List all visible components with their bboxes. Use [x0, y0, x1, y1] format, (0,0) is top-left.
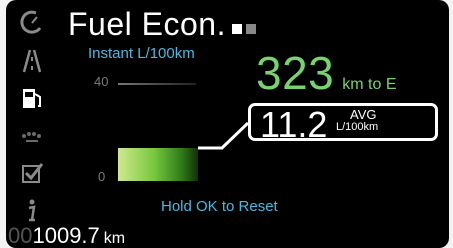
odometer-leading-zeros: 00: [8, 223, 33, 248]
average-label-top: AVG: [350, 107, 377, 122]
odometer-value: 1009.7: [32, 223, 100, 248]
odometer: 001009.7 km: [8, 223, 125, 248]
average-label-bottom: L/100km: [336, 121, 379, 133]
average-label: AVG L/100km: [336, 107, 432, 133]
average-value: 11.2: [260, 104, 328, 145]
cluster-display: Fuel Econ. Instant L/100km 323 km to E 40…: [6, 0, 449, 248]
reset-hint: Hold OK to Reset: [161, 198, 278, 215]
odometer-unit: km: [103, 230, 126, 247]
